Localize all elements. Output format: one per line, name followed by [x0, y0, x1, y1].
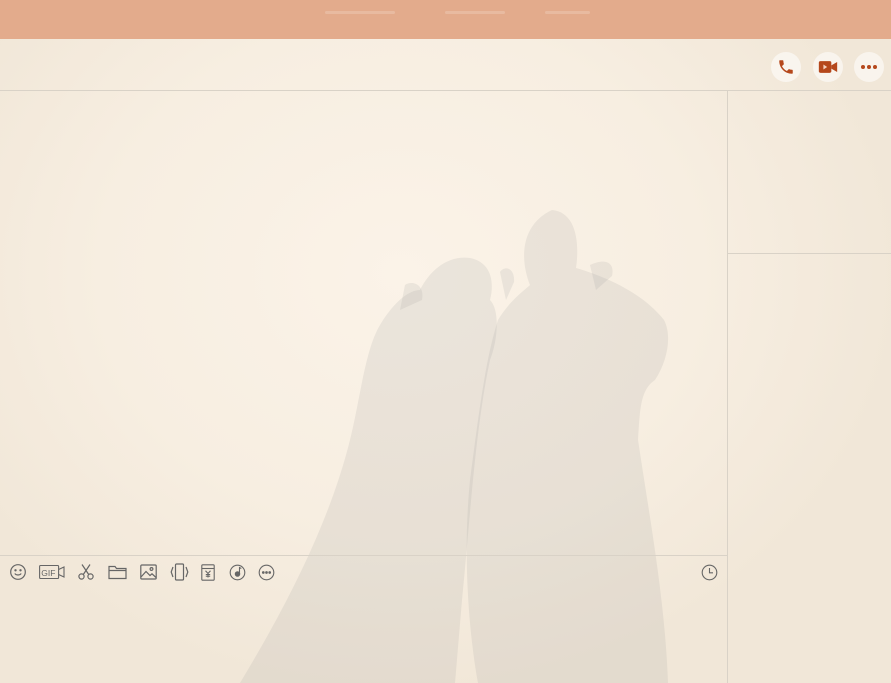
- clock-icon: [701, 564, 717, 580]
- message-composer: GIF: [0, 555, 727, 683]
- window-titlebar[interactable]: [0, 0, 891, 39]
- voice-call-button[interactable]: [771, 52, 801, 82]
- message-list[interactable]: [0, 91, 727, 555]
- shake-button[interactable]: [169, 560, 189, 584]
- smiley-icon: [10, 564, 26, 580]
- message-input[interactable]: [0, 588, 727, 683]
- more-dots-icon: [861, 65, 877, 69]
- title-placeholder-2: [445, 11, 505, 14]
- title-placeholder-3: [545, 11, 590, 14]
- music-icon: [229, 564, 245, 580]
- scissors-icon: [78, 564, 94, 580]
- music-button[interactable]: [228, 560, 246, 584]
- file-button[interactable]: [107, 560, 128, 584]
- video-camera-icon: [818, 61, 838, 73]
- more-options-button[interactable]: [854, 52, 884, 82]
- red-envelope-button[interactable]: [200, 560, 216, 584]
- folder-icon: [108, 565, 127, 580]
- image-icon: [140, 564, 157, 580]
- title-placeholder-1: [325, 11, 395, 14]
- history-button[interactable]: [699, 560, 719, 584]
- shake-phone-icon: [170, 563, 188, 581]
- red-envelope-icon: [201, 563, 215, 581]
- more-circle-icon: [258, 564, 275, 580]
- phone-icon: [779, 60, 793, 74]
- screenshot-button[interactable]: [76, 560, 96, 584]
- video-call-button[interactable]: [813, 52, 843, 82]
- gif-label: GIF: [41, 568, 55, 578]
- image-button[interactable]: [139, 560, 158, 584]
- chat-header: [0, 39, 891, 91]
- side-panel: [727, 91, 891, 683]
- side-panel-top-section: [728, 91, 891, 254]
- emoji-button[interactable]: [8, 560, 28, 584]
- gif-button[interactable]: GIF: [39, 560, 65, 584]
- more-tools-button[interactable]: [257, 560, 276, 584]
- gif-icon: GIF: [39, 564, 65, 580]
- composer-toolbar: GIF: [0, 560, 727, 584]
